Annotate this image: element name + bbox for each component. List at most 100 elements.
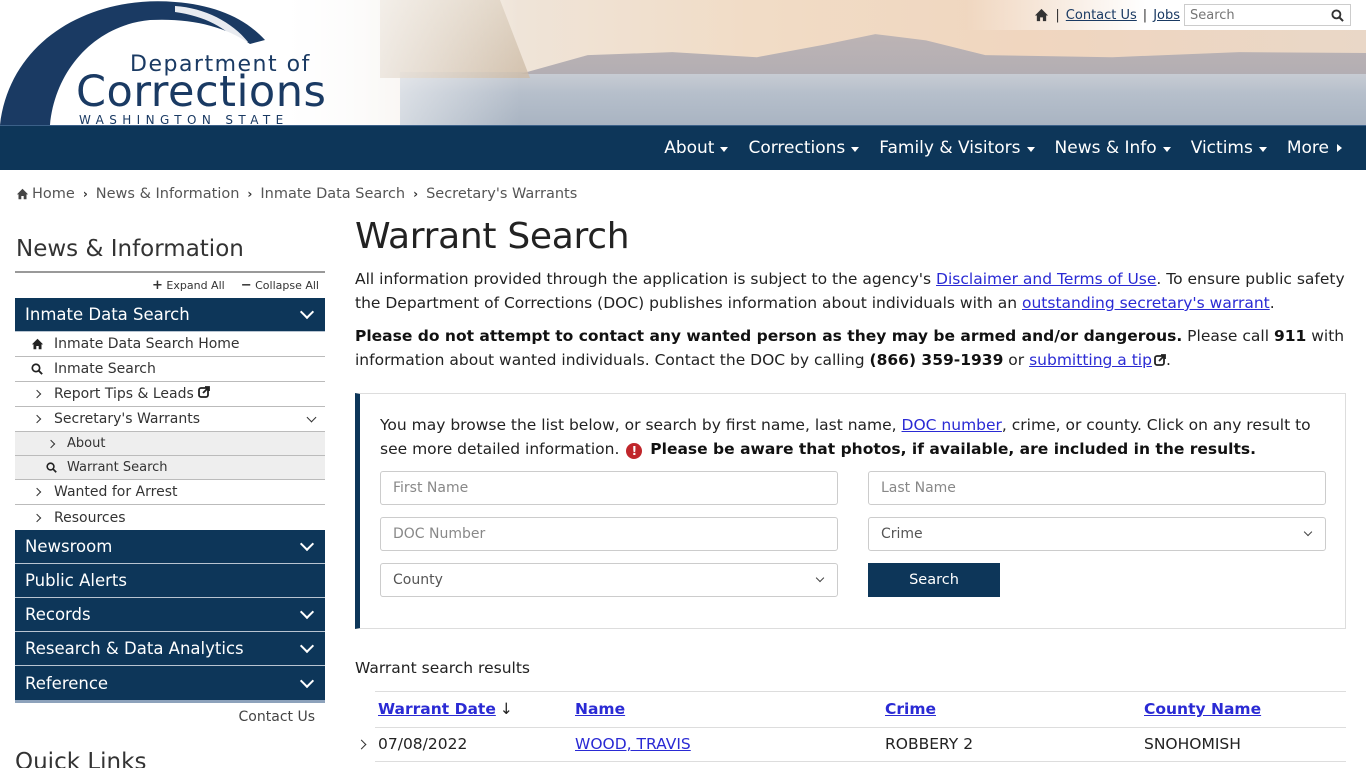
breadcrumb: Home › News & Information › Inmate Data … — [16, 186, 577, 202]
site-search — [1184, 4, 1351, 26]
nav-news-info[interactable]: News & Info — [1055, 138, 1171, 158]
sidebar-item-resources[interactable]: Resources — [15, 505, 325, 530]
section-label: Inmate Data Search — [25, 305, 190, 324]
warrant-date: 07/08/2022 — [378, 735, 468, 753]
sidebar-item-secretarys-warrants[interactable]: Secretary's Warrants — [15, 407, 325, 432]
search-fields: Crime County Search — [380, 470, 1326, 597]
search-icon[interactable] — [1325, 8, 1350, 22]
warning-text: Please call — [1182, 327, 1274, 345]
home-icon — [29, 338, 45, 350]
sidebar-item-inmate-search[interactable]: Inmate Search — [15, 357, 325, 382]
contact-us-link[interactable]: Contact Us — [1066, 8, 1137, 23]
jobs-link[interactable]: Jobs — [1153, 8, 1180, 23]
results-table: Warrant Date ↓ Name Crime County Name 07/… — [356, 690, 1346, 762]
caret-right-icon — [1337, 144, 1342, 152]
instructions-text: You may browse the list below, or search… — [380, 415, 902, 434]
section-label: Reference — [25, 673, 109, 693]
sidebar-item-about[interactable]: About — [15, 432, 325, 456]
section-label: Newsroom — [25, 537, 113, 556]
emergency-number: 911 — [1273, 327, 1307, 345]
logo-line-washington-state: WASHINGTON STATE — [79, 113, 289, 125]
nav-about-label: About — [664, 138, 715, 158]
sidebar-section-newsroom[interactable]: Newsroom — [15, 530, 325, 564]
column-header-name[interactable]: Name — [572, 690, 882, 728]
doc-number-input[interactable] — [380, 516, 838, 551]
external-link-icon — [197, 386, 210, 402]
sidebar-item-inmate-data-search-home[interactable]: Inmate Data Search Home — [15, 332, 325, 357]
plus-icon: + — [152, 278, 163, 293]
sort-county-link[interactable]: County Name — [1144, 700, 1261, 718]
main-nav: About Corrections Family & Visitors News… — [0, 125, 1366, 170]
sort-crime-link[interactable]: Crime — [885, 700, 936, 718]
sidebar-item-label: Report Tips & Leads — [54, 386, 194, 402]
first-name-input[interactable] — [380, 470, 838, 505]
county-select[interactable]: County — [380, 562, 838, 597]
chevron-down-icon — [299, 638, 315, 654]
search-button[interactable]: Search — [868, 562, 1000, 597]
outstanding-warrant-link[interactable]: outstanding secretary's warrant — [1022, 294, 1270, 312]
warning-text: Please do not attempt to contact any wan… — [355, 327, 1183, 345]
nav-news-info-label: News & Info — [1054, 138, 1157, 158]
chevron-right-icon — [43, 439, 59, 448]
breadcrumb-inmate-data-search[interactable]: Inmate Data Search — [260, 186, 405, 202]
intro-text: . — [1269, 294, 1275, 312]
sidebar-section-research-data-analytics[interactable]: Research & Data Analytics — [15, 632, 325, 666]
column-header-warrant-date[interactable]: Warrant Date ↓ — [375, 690, 572, 728]
breadcrumb-home[interactable]: Home — [32, 186, 75, 202]
section-label: Records — [25, 605, 91, 624]
logo-line-corrections: Corrections — [76, 67, 327, 117]
column-header-county-name[interactable]: County Name — [1141, 690, 1346, 728]
expand-collapse-controls: + Expand All − Collapse All — [15, 273, 325, 298]
caret-down-icon — [1162, 146, 1171, 152]
table-row[interactable]: 07/08/2022 WOOD, TRAVIS ROBBERY 2 SNOHOM… — [356, 727, 1346, 762]
nav-about[interactable]: About — [664, 138, 729, 158]
cell-crime: ROBBERY 2 — [882, 727, 1141, 762]
home-icon[interactable] — [1034, 8, 1049, 22]
submit-tip-link[interactable]: submitting a tip — [1029, 351, 1152, 369]
sidebar-section-public-alerts[interactable]: Public Alerts — [15, 564, 325, 598]
site-search-input[interactable] — [1185, 5, 1325, 25]
warning-paragraph: Please do not attempt to contact any wan… — [355, 324, 1346, 373]
nav-corrections[interactable]: Corrections — [748, 138, 860, 158]
offender-name-link[interactable]: WOOD, TRAVIS — [575, 735, 691, 753]
chevron-right-icon — [29, 389, 45, 399]
breadcrumb-news-information[interactable]: News & Information — [96, 186, 240, 202]
chevron-down-icon[interactable] — [306, 412, 317, 422]
sidebar-contact-us-link[interactable]: Contact Us — [239, 709, 315, 725]
doc-number-link[interactable]: DOC number — [902, 416, 1002, 434]
chevron-down-icon — [815, 573, 825, 583]
sort-warrant-date-link[interactable]: Warrant Date — [378, 700, 496, 718]
chevron-right-icon[interactable] — [356, 739, 367, 749]
sidebar-item-report-tips-leads[interactable]: Report Tips & Leads — [15, 382, 325, 407]
warning-text: or — [1003, 351, 1030, 369]
sidebar-section-inmate-data-search[interactable]: Inmate Data Search — [15, 298, 325, 332]
sidebar-item-warrant-search[interactable]: Warrant Search — [15, 456, 325, 480]
column-header-crime[interactable]: Crime — [882, 690, 1141, 728]
crime-select[interactable]: Crime — [868, 516, 1326, 551]
sidebar-item-label: Inmate Search — [54, 361, 156, 377]
nav-family-visitors[interactable]: Family & Visitors — [879, 138, 1035, 158]
chevron-right-icon — [29, 414, 45, 424]
header-banner-sea — [400, 72, 1366, 125]
search-icon — [43, 462, 59, 473]
collapse-all-button[interactable]: − Collapse All — [241, 278, 319, 293]
sidebar-title: News & Information — [15, 236, 325, 273]
intro-text: All information provided through the app… — [355, 270, 937, 288]
breadcrumb-current: Secretary's Warrants — [426, 186, 578, 202]
sidebar-item-label: Wanted for Arrest — [54, 484, 178, 500]
sidebar-section-reference[interactable]: Reference — [15, 666, 325, 700]
sidebar-item-label: Inmate Data Search Home — [54, 336, 240, 352]
doc-logo[interactable]: Department of Corrections WASHINGTON STA… — [0, 0, 330, 125]
nav-victims[interactable]: Victims — [1191, 138, 1267, 158]
nav-more[interactable]: More — [1287, 138, 1342, 158]
sidebar-section-records[interactable]: Records — [15, 598, 325, 632]
sidebar-item-wanted-for-arrest[interactable]: Wanted for Arrest — [15, 480, 325, 505]
disclaimer-link[interactable]: Disclaimer and Terms of Use — [936, 270, 1156, 288]
expand-all-button[interactable]: + Expand All — [152, 278, 225, 293]
utility-separator: | — [1142, 7, 1148, 23]
sort-name-link[interactable]: Name — [575, 700, 625, 718]
chevron-down-icon — [1303, 527, 1313, 537]
cell-county: SNOHOMISH — [1141, 727, 1346, 762]
quick-links-heading: Quick Links — [15, 749, 147, 768]
last-name-input[interactable] — [868, 470, 1326, 505]
